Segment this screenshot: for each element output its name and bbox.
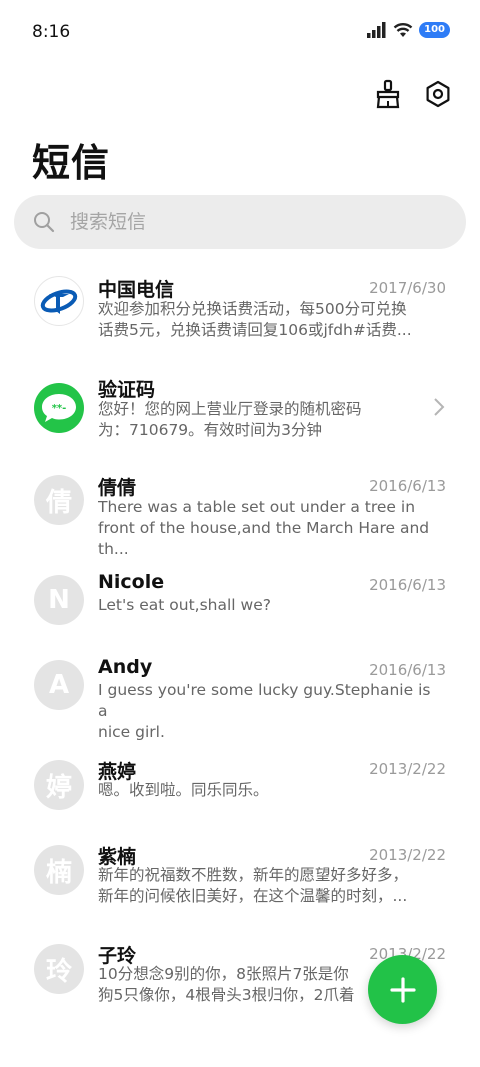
preview-line: 新年的问候依旧美好，在这个温馨的时刻，... [98,887,408,905]
message-preview: I guess you're some lucky guy.Stephanie … [98,680,438,743]
preview-line: 您好！您的网上营业厅登录的随机密码 [98,400,362,418]
contact-name: Andy [98,656,153,678]
message-preview: Let's eat out,shall we? [98,595,438,616]
header-actions [372,78,454,110]
plus-icon [389,976,416,1003]
conversation-row[interactable]: 楠 紫楠 2013/2/22 新年的祝福数不胜数，新年的愿望好多好多， 新年的问… [0,835,480,925]
chevron-right-icon [434,398,445,416]
message-date: 2017/6/30 [369,279,446,297]
message-preview: There was a table set out under a tree i… [98,497,438,560]
contact-name: Nicole [98,571,165,593]
signal-icon [367,22,386,38]
preview-line: 狗5只像你，4根骨头3根归你，2爪着 [98,986,355,1004]
battery-indicator: 100 [419,22,450,38]
message-preview: 嗯。收到啦。同乐同乐。 [98,780,438,801]
search-input[interactable] [68,210,432,234]
preview-line: 欢迎参加积分兑换话费活动，每500分可兑换 [98,300,407,318]
status-icons: 100 [367,22,450,38]
conversation-row[interactable]: 中国电信 2017/6/30 欢迎参加积分兑换话费活动，每500分可兑换 话费5… [0,266,480,356]
contact-name: 倩倩 [98,477,137,499]
verification-avatar: **- [34,383,84,433]
preview-line: Let's eat out,shall we? [98,596,271,614]
contact-avatar: 倩 [34,475,84,525]
chat-bubble-icon: **- [42,394,76,422]
preview-line: I guess you're some lucky guy.Stephanie … [98,681,431,720]
message-date: 2016/6/13 [369,661,446,679]
contact-name: 验证码 [98,379,156,401]
preview-line: 为：710679。有效时间为3分钟 [98,421,323,439]
contact-avatar: N [34,575,84,625]
message-preview: 10分想念9别的你，8张照片7张是你 狗5只像你，4根骨头3根归你，2爪着 [98,964,398,1006]
preview-line: There was a table set out under a tree i… [98,498,416,516]
brush-icon [376,79,400,109]
china-telecom-avatar [34,276,84,326]
search-icon [34,212,55,233]
message-preview: 欢迎参加积分兑换话费活动，每500分可兑换 话费5元，兑换话费请回复106或jf… [98,299,438,341]
message-date: 2013/2/22 [369,846,446,864]
settings-hex-icon [426,80,450,108]
conversation-row[interactable]: A Andy 2016/6/13 I guess you're some luc… [0,650,480,741]
contact-avatar: A [34,660,84,710]
preview-line: front of the house,and the March Hare an… [98,519,430,558]
status-time: 8:16 [32,22,71,42]
message-preview: 您好！您的网上营业厅登录的随机密码 为：710679。有效时间为3分钟 [98,399,438,441]
preview-line: 新年的祝福数不胜数，新年的愿望好多好多， [98,866,409,884]
wifi-icon [393,23,413,37]
contact-avatar: 玲 [34,944,84,994]
avatar-text: **- [52,403,67,414]
preview-line: 10分想念9别的你，8张照片7张是你 [98,965,349,983]
preview-line: 嗯。收到啦。同乐同乐。 [98,781,269,799]
message-date: 2016/6/13 [369,477,446,495]
search-bar[interactable] [14,195,466,249]
conversation-row[interactable]: 倩 倩倩 2016/6/13 There was a table set out… [0,465,480,558]
new-message-button[interactable] [368,955,437,1024]
page-title: 短信 [32,141,111,185]
message-preview: 新年的祝福数不胜数，新年的愿望好多好多， 新年的问候依旧美好，在这个温馨的时刻，… [98,865,438,907]
contact-avatar: 楠 [34,845,84,895]
conversation-row[interactable]: N Nicole 2016/6/13 Let's eat out,shall w… [0,565,480,635]
contact-avatar: 婷 [34,760,84,810]
china-telecom-logo-icon [40,289,78,314]
contact-name: 中国电信 [98,279,175,301]
message-date: 2013/2/22 [369,760,446,778]
status-bar: 8:16 100 [0,0,480,66]
conversation-row[interactable]: **- 验证码 您好！您的网上营业厅登录的随机密码 为：710679。有效时间为… [0,366,480,456]
settings-button[interactable] [422,78,454,110]
preview-line: 话费5元，兑换话费请回复106或jfdh#话费... [98,321,412,339]
message-date: 2016/6/13 [369,576,446,594]
preview-line: nice girl. [98,723,165,741]
conversation-row[interactable]: 婷 燕婷 2013/2/22 嗯。收到啦。同乐同乐。 [0,750,480,820]
clean-brush-button[interactable] [372,78,404,110]
